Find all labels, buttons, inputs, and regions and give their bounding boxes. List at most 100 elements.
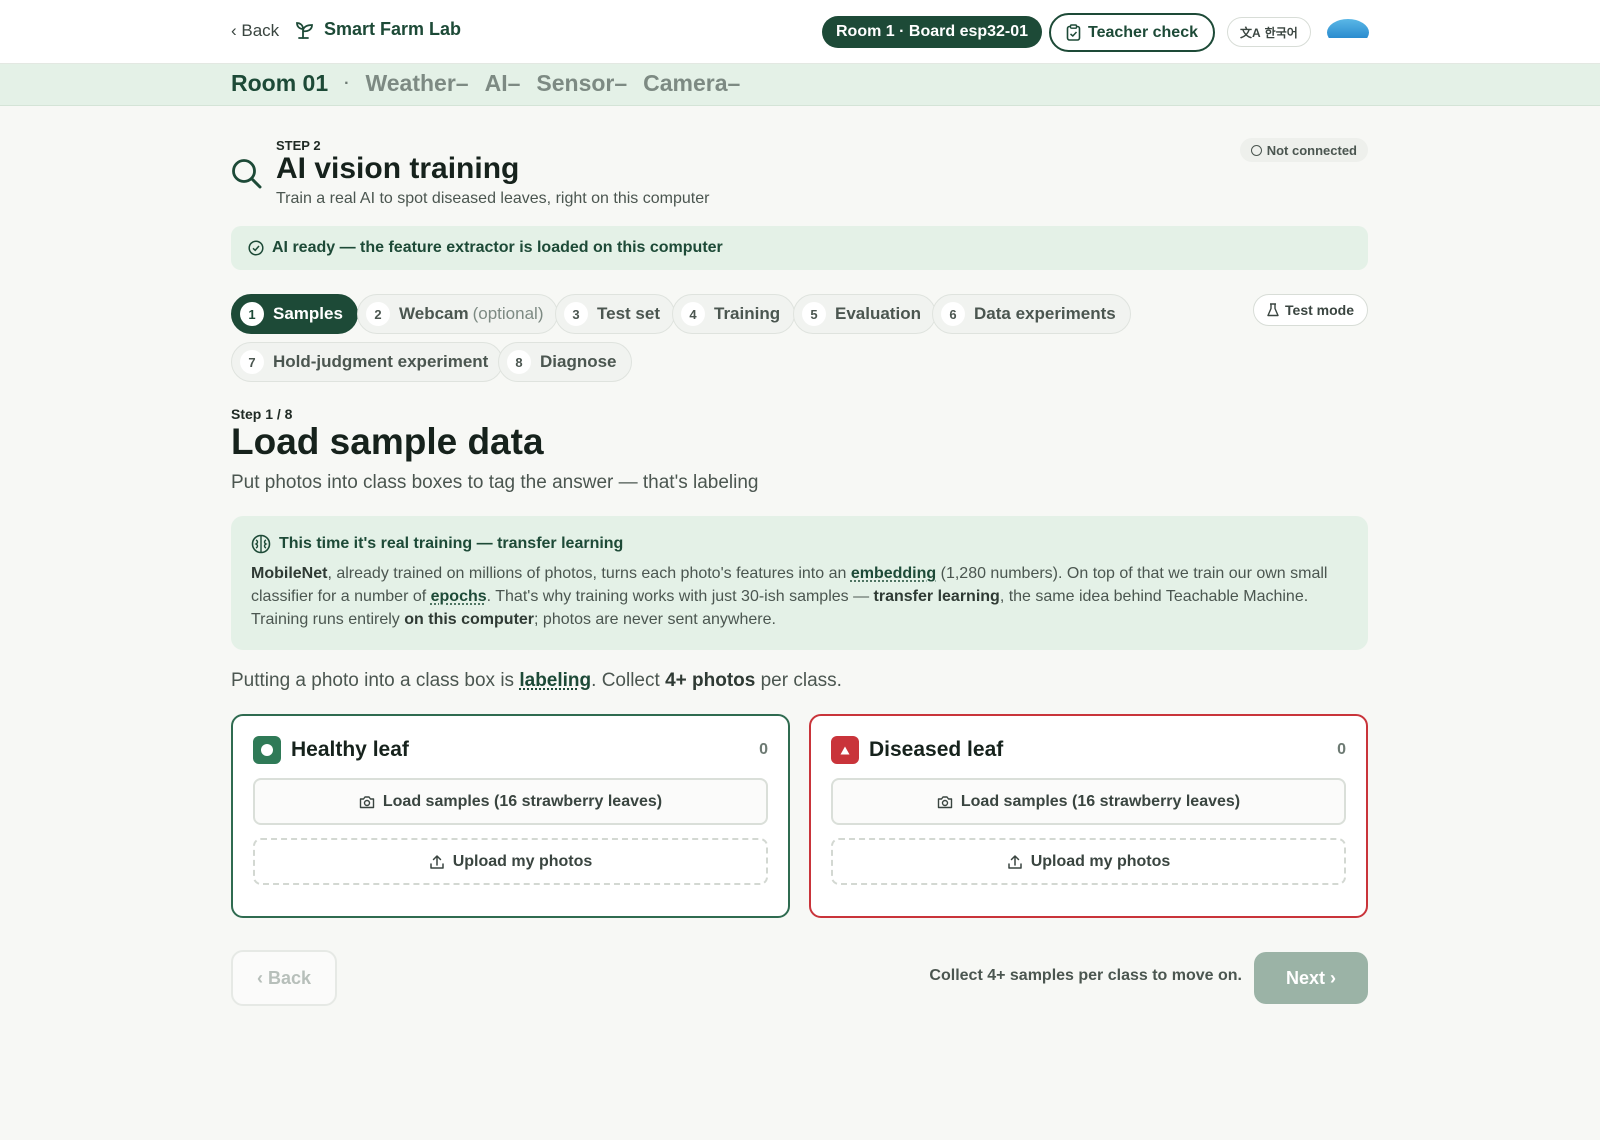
healthy-dot-icon xyxy=(253,736,281,764)
language-button[interactable]: 文A 한국어 xyxy=(1227,17,1311,47)
tab-label: Evaluation xyxy=(835,304,921,323)
flask-icon xyxy=(1267,303,1279,317)
section-subtitle: Put photos into class boxes to tag the a… xyxy=(231,472,759,493)
class-card-diseased: Diseased leaf 0 Load samples (16 strawbe… xyxy=(809,714,1368,918)
back-link[interactable]: ‹ Back xyxy=(231,21,279,41)
tab-number: 4 xyxy=(681,302,705,326)
instruction-text: per class. xyxy=(755,670,842,691)
tab-number: 8 xyxy=(507,350,531,374)
tab-diagnose[interactable]: 8 Diagnose xyxy=(498,342,632,382)
tab-optional-note: (optional) xyxy=(472,304,544,323)
ready-text: AI ready — the feature extractor is load… xyxy=(272,239,723,256)
strip-sensor: Sensor– xyxy=(536,70,628,96)
term-epochs-link[interactable]: epochs xyxy=(431,588,487,605)
term-transfer-learning: transfer learning xyxy=(873,588,1000,605)
room-board-pill[interactable]: Room 1 · Board esp32-01 xyxy=(822,16,1043,48)
info-text: ; photos are never sent anywhere. xyxy=(534,611,776,628)
tab-number: 3 xyxy=(564,302,588,326)
step-counter: Step 1 / 8 xyxy=(231,406,293,422)
labeling-instruction: Putting a photo into a class box is labe… xyxy=(231,670,1368,692)
tab-data-experiments[interactable]: 6 Data experiments xyxy=(932,294,1131,334)
tab-evaluation[interactable]: 5 Evaluation xyxy=(793,294,936,334)
strip-weather: Weather– xyxy=(365,70,469,96)
teacher-check-button[interactable]: Teacher check xyxy=(1049,13,1215,52)
strip-separator: · xyxy=(344,74,350,92)
term-mobilenet: MobileNet xyxy=(251,565,328,582)
next-button[interactable]: Next › xyxy=(1254,952,1368,1004)
info-text: . That's why training works with just 30… xyxy=(486,588,874,605)
check-circle-icon xyxy=(248,240,264,256)
info-heading: This time it's real training — transfer … xyxy=(251,534,1348,554)
search-icon xyxy=(232,159,262,189)
top-bar: ‹ Back Smart Farm Lab Room 1 · Board esp… xyxy=(0,0,1600,64)
step-back-button[interactable]: ‹ Back xyxy=(231,950,337,1006)
upload-photos-button[interactable]: Upload my photos xyxy=(253,838,768,885)
tab-number: 7 xyxy=(240,350,264,374)
tab-label: Hold-judgment experiment xyxy=(273,352,489,371)
avatar[interactable] xyxy=(1327,19,1369,46)
upload-icon xyxy=(429,854,444,869)
strip-camera: Camera– xyxy=(643,70,741,96)
progress-hint: Collect 4+ samples per class to move on. xyxy=(929,967,1242,984)
class-header: Healthy leaf 0 xyxy=(253,736,768,764)
tab-training[interactable]: 4 Training xyxy=(672,294,796,334)
brand-name: Smart Farm Lab xyxy=(324,19,462,39)
term-labeling-link[interactable]: labeling xyxy=(519,670,591,691)
tab-label: Data experiments xyxy=(974,304,1116,323)
tab-label: Test set xyxy=(597,304,660,323)
upload-photos-button[interactable]: Upload my photos xyxy=(831,838,1346,885)
sprout-icon xyxy=(296,21,313,39)
term-on-this-computer: on this computer xyxy=(404,611,535,628)
upload-photos-label: Upload my photos xyxy=(1030,852,1171,870)
tab-hold-judgment[interactable]: 7 Hold-judgment experiment xyxy=(231,342,504,382)
section-title: Load sample data xyxy=(231,421,544,462)
class-sample-count: 0 xyxy=(1337,741,1346,758)
stepper-tabs: 1 Samples 2 Webcam (optional) 3 Test set… xyxy=(231,294,1368,382)
step-kicker: STEP 2 xyxy=(276,138,321,153)
instruction-text: . Collect xyxy=(591,670,666,691)
transfer-learning-info: This time it's real training — transfer … xyxy=(231,516,1368,650)
load-samples-label: Load samples (16 strawberry leaves) xyxy=(382,792,663,810)
strip-ai: AI– xyxy=(484,70,521,96)
tab-test-set[interactable]: 3 Test set xyxy=(555,294,675,334)
tab-webcam[interactable]: 2 Webcam (optional) xyxy=(357,294,559,334)
teacher-check-label: Teacher check xyxy=(1088,23,1198,41)
clipboard-icon xyxy=(1066,24,1081,41)
step-header: STEP 2 AI vision training Train a real A… xyxy=(231,138,1368,218)
test-mode-button[interactable]: Test mode xyxy=(1253,294,1368,326)
page-title: AI vision training xyxy=(276,152,520,185)
class-name: Diseased leaf xyxy=(869,738,1004,761)
class-sample-count: 0 xyxy=(759,741,768,758)
brand[interactable]: Smart Farm Lab xyxy=(296,19,461,40)
upload-icon xyxy=(1007,854,1022,869)
instruction-emphasis: 4+ photos xyxy=(665,670,756,691)
camera-icon xyxy=(937,795,953,808)
info-text: , already trained on millions of photos,… xyxy=(327,565,851,582)
test-mode-label: Test mode xyxy=(1285,302,1354,318)
load-samples-button[interactable]: Load samples (16 strawberry leaves) xyxy=(831,778,1346,825)
status-circle-icon xyxy=(1250,144,1262,156)
translate-icon: 文A xyxy=(1240,25,1261,40)
class-header: Diseased leaf 0 xyxy=(831,736,1346,764)
tab-number: 1 xyxy=(240,302,264,326)
load-samples-button[interactable]: Load samples (16 strawberry leaves) xyxy=(253,778,768,825)
tab-number: 5 xyxy=(802,302,826,326)
tab-samples[interactable]: 1 Samples xyxy=(231,294,358,334)
connection-badge: Not connected xyxy=(1239,138,1368,162)
tab-number: 6 xyxy=(941,302,965,326)
tab-label: Training xyxy=(714,304,781,323)
info-body: MobileNet, already trained on millions o… xyxy=(251,562,1348,631)
upload-photos-label: Upload my photos xyxy=(452,852,593,870)
instruction-text: Putting a photo into a class box is xyxy=(231,670,520,691)
tab-number: 2 xyxy=(366,302,390,326)
camera-icon xyxy=(359,795,375,808)
language-label: 한국어 xyxy=(1264,25,1298,40)
tab-label: Diagnose xyxy=(540,352,617,371)
warning-triangle-icon xyxy=(831,736,859,764)
class-name: Healthy leaf xyxy=(291,738,409,761)
tab-label: Webcam xyxy=(399,304,469,323)
load-samples-label: Load samples (16 strawberry leaves) xyxy=(960,792,1241,810)
strip-room: Room 01 xyxy=(231,70,329,96)
page-subtitle: Train a real AI to spot diseased leaves,… xyxy=(276,190,710,207)
term-embedding-link[interactable]: embedding xyxy=(851,565,936,582)
